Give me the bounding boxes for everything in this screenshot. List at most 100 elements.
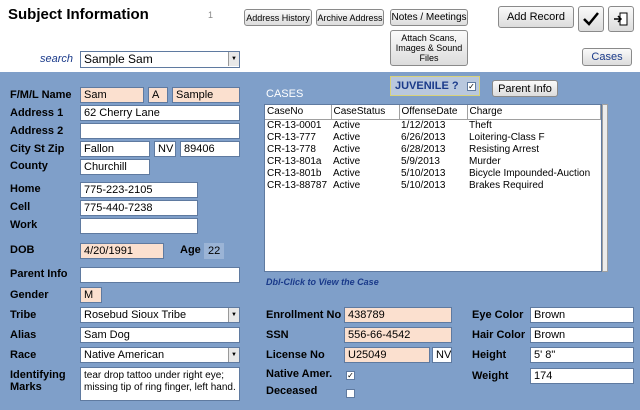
weight-field[interactable]: 174	[530, 368, 634, 384]
race-combo[interactable]: Native American ▼	[80, 347, 240, 363]
address2-label: Address 2	[10, 125, 64, 137]
exit-door-icon	[614, 12, 628, 26]
offense-date: 5/9/2013	[401, 155, 440, 167]
tribe-value: Rosebud Sioux Tribe	[84, 309, 187, 321]
tribe-label: Tribe	[10, 309, 37, 321]
table-row[interactable]: CR-13-801a Active 5/9/2013 Murder	[265, 156, 601, 168]
dropdown-arrow-icon[interactable]: ▼	[228, 308, 239, 322]
dob-field[interactable]: 4/20/1991	[80, 243, 164, 259]
add-record-button[interactable]: Add Record	[498, 6, 574, 28]
weight-label: Weight	[472, 370, 509, 382]
table-row[interactable]: CR-13-801b Active 5/10/2013 Bicycle Impound…	[265, 168, 601, 180]
cases-list[interactable]: CaseNo CaseStatus OffenseDate Charge CR-…	[264, 104, 602, 272]
archive-address-button[interactable]: Archive Address	[316, 9, 384, 26]
parent-info-field[interactable]	[80, 267, 240, 283]
work-label: Work	[10, 219, 38, 231]
case-status: Active	[333, 119, 361, 131]
home-label: Home	[10, 183, 41, 195]
height-field[interactable]: 5' 8"	[530, 347, 634, 363]
search-combo[interactable]: Sample Sam ▼	[80, 51, 240, 68]
county-field[interactable]: Churchill	[80, 159, 150, 175]
charge: Murder	[469, 155, 501, 167]
case-no: CR-13-777	[267, 131, 316, 143]
exit-button[interactable]	[608, 6, 634, 32]
dropdown-arrow-icon[interactable]: ▼	[228, 348, 239, 362]
cases-button[interactable]: Cases	[582, 48, 632, 66]
juvenile-checkbox[interactable]: ✓	[467, 82, 476, 91]
case-status: Active	[333, 155, 361, 167]
offense-date: 6/28/2013	[401, 143, 446, 155]
search-value: Sample Sam	[84, 52, 153, 66]
hair-color-label: Hair Color	[472, 329, 526, 341]
parent-info-label: Parent Info	[10, 268, 68, 280]
cases-hint: Dbl-Click to View the Case	[266, 277, 379, 287]
juvenile-label: JUVENILE ?	[395, 80, 459, 92]
case-status: Active	[333, 131, 361, 143]
work-phone-field[interactable]	[80, 218, 198, 234]
case-no: CR-13-778	[267, 143, 316, 155]
case-no: CR-13-0001	[267, 119, 322, 131]
table-row[interactable]: CR-13-0001 Active 1/12/2013 Theft	[265, 119, 601, 132]
age-label: Age	[180, 244, 201, 256]
race-value: Native American	[84, 349, 165, 361]
charge: Theft	[469, 119, 492, 131]
height-label: Height	[472, 349, 507, 361]
column-header[interactable]: CaseNo	[265, 105, 332, 120]
notes-meetings-button[interactable]: Notes / Meetings	[390, 9, 468, 26]
case-no: CR-13-801a	[267, 155, 322, 167]
column-header[interactable]: OffenseDate	[399, 105, 468, 120]
table-row[interactable]: CR-13-778 Active 6/28/2013 Resisting Arrest	[265, 144, 601, 156]
state-field[interactable]: NV	[154, 141, 176, 157]
ssn-label: SSN	[266, 329, 289, 341]
address1-field[interactable]: 62 Cherry Lane	[80, 105, 240, 121]
cell-label: Cell	[10, 201, 31, 213]
offense-date: 6/26/2013	[401, 131, 446, 143]
address2-field[interactable]	[80, 123, 240, 139]
table-row[interactable]: CR-13-777 Active 6/26/2013 Loitering-Class …	[265, 132, 601, 144]
cell-phone-field[interactable]: 775-440-7238	[80, 200, 198, 216]
gender-label: Gender	[10, 289, 49, 301]
license-field[interactable]: U25049	[344, 347, 430, 363]
ssn-field[interactable]: 556-66-4542	[344, 327, 452, 343]
page-title: Subject Information	[8, 6, 149, 23]
offense-date: 5/10/2013	[401, 167, 446, 179]
checkmark-icon	[583, 12, 599, 26]
save-button[interactable]	[578, 6, 604, 32]
first-name-field[interactable]: Sam	[80, 87, 144, 103]
column-header[interactable]: Charge	[467, 105, 601, 120]
county-label: County	[10, 160, 48, 172]
identifying-marks-field[interactable]: tear drop tattoo under right eye; missin…	[80, 367, 240, 401]
zip-field[interactable]: 89406	[180, 141, 240, 157]
eye-color-label: Eye Color	[472, 309, 524, 321]
native-amer-checkbox[interactable]: ✓	[346, 371, 355, 380]
search-label: search	[40, 53, 74, 65]
eye-color-field[interactable]: Brown	[530, 307, 634, 323]
charge: Resisting Arrest	[469, 143, 540, 155]
charge: Bicycle Impounded-Auction	[469, 167, 591, 179]
hair-color-field[interactable]: Brown	[530, 327, 634, 343]
home-phone-field[interactable]: 775-223-2105	[80, 182, 198, 198]
column-header[interactable]: CaseStatus	[331, 105, 400, 120]
dropdown-arrow-icon[interactable]: ▼	[228, 52, 239, 66]
cases-scrollbar[interactable]	[602, 104, 608, 272]
middle-initial-field[interactable]: A	[148, 87, 168, 103]
deceased-label: Deceased	[266, 385, 318, 397]
enrollment-field[interactable]: 438789	[344, 307, 452, 323]
case-status: Active	[333, 167, 361, 179]
table-row[interactable]: CR-13-88787 Active 5/10/2013 Brakes Require…	[265, 180, 601, 192]
tribe-combo[interactable]: Rosebud Sioux Tribe ▼	[80, 307, 240, 323]
attach-files-button[interactable]: Attach Scans, Images & Sound Files	[390, 30, 468, 66]
case-no: CR-13-801b	[267, 167, 322, 179]
deceased-checkbox[interactable]	[346, 389, 355, 398]
city-field[interactable]: Fallon	[80, 141, 150, 157]
address-history-button[interactable]: Address History	[244, 9, 312, 26]
last-name-field[interactable]: Sample	[172, 87, 240, 103]
parent-info-button[interactable]: Parent Info	[492, 80, 558, 97]
address1-label: Address 1	[10, 107, 64, 119]
page-number: 1	[208, 10, 214, 20]
alias-label: Alias	[10, 329, 37, 341]
gender-field[interactable]: M	[80, 287, 102, 303]
alias-field[interactable]: Sam Dog	[80, 327, 240, 343]
license-state-field[interactable]: NV	[432, 347, 452, 363]
license-label: License No	[266, 349, 325, 361]
